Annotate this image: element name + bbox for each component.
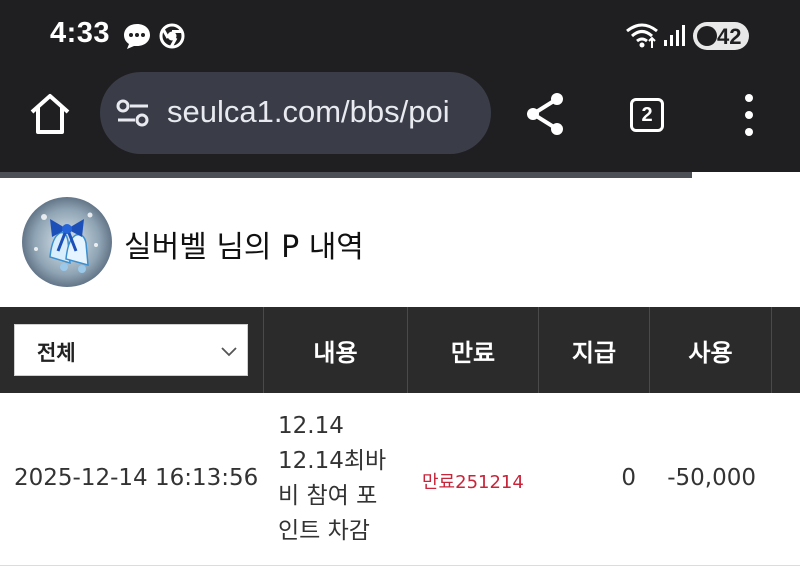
load-progress-track (692, 172, 800, 178)
battery-indicator: 42 (693, 22, 749, 50)
header-overflow-cell (772, 307, 800, 393)
row-description: 12.14 12.14최바 비 참여 포 인트 차감 (278, 409, 398, 549)
table-row: 2025-12-14 16:13:56 12.14 12.14최바 비 참여 포… (0, 393, 800, 566)
site-settings-icon[interactable] (116, 98, 150, 132)
chevron-down-icon (219, 339, 239, 367)
row-expire: 만료251214 (422, 472, 524, 493)
row-use: -50,000 (667, 465, 756, 491)
filter-value: 전체 (37, 341, 76, 365)
table-header: 전체 내용 만료 지급 사용 (0, 307, 800, 393)
signal-icon (662, 24, 686, 52)
home-icon (30, 94, 70, 134)
row-description-line: 12.14최바 (278, 448, 387, 474)
bell-avatar (22, 197, 112, 287)
load-progress-bar (0, 172, 692, 178)
address-bar[interactable]: seulca1.com/bbs/poi (100, 72, 491, 154)
home-button[interactable] (26, 90, 74, 138)
status-bar: 4:33 42 (0, 0, 800, 70)
share-button[interactable] (523, 90, 569, 142)
filter-select[interactable]: 전체 (14, 324, 248, 376)
share-icon (527, 93, 563, 135)
wifi-icon (624, 20, 660, 54)
row-description-line: 12.14 (278, 413, 344, 439)
header-expire: 만료 (408, 307, 539, 393)
status-time: 4:33 (50, 17, 111, 49)
header-give: 지급 (539, 307, 650, 393)
tab-count: 2 (641, 104, 653, 126)
header-use: 사용 (650, 307, 772, 393)
header-content: 내용 (264, 307, 408, 393)
row-date: 2025-12-14 16:13:56 (14, 465, 259, 491)
page-title: 실버벨 님의 P 내역 (124, 230, 364, 265)
row-description-line: 비 참여 포 (278, 483, 378, 509)
battery-saver-icon (697, 26, 717, 46)
message-icon (122, 22, 152, 54)
tabs-button[interactable]: 2 (630, 98, 664, 132)
chrome-icon (159, 23, 185, 53)
url-text[interactable]: seulca1.com/bbs/poi (167, 94, 450, 130)
battery-level: 42 (717, 24, 742, 49)
row-description-line: 인트 차감 (278, 518, 370, 544)
header-filter-cell: 전체 (0, 307, 264, 393)
browser-toolbar: seulca1.com/bbs/poi 2 (0, 70, 800, 172)
more-vert-icon[interactable] (740, 94, 758, 138)
row-give: 0 (621, 465, 636, 491)
